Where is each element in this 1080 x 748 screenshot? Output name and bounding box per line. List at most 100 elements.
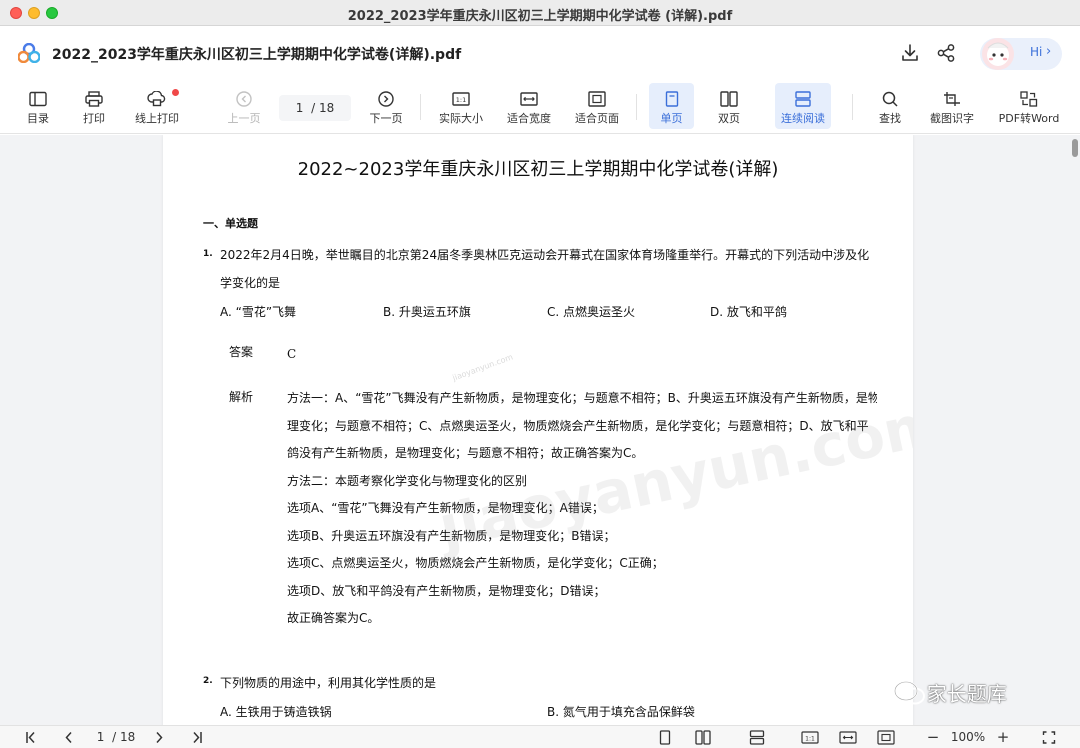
analysis-line: 选项D、放飞和平鸽没有产生新物质，是物理变化；D错误； [287,583,606,598]
fit-width-icon [520,92,538,106]
zoom-level[interactable]: 100% [948,729,988,746]
toolbar-divider [636,94,637,120]
continuous-read-icon [795,91,811,107]
toc-button[interactable]: 目录 [18,83,58,129]
page-total: 18 [119,730,136,744]
analysis-line: 选项C、点燃奥运圣火，物质燃烧会产生新物质，是化学变化；C正确； [287,556,664,570]
fit-page-view-button[interactable] [876,729,896,746]
fullscreen-icon [1042,731,1056,744]
window-title: 2022_2023学年重庆永川区初三上学期期中化学试卷 (详解).pdf [347,9,733,24]
actual-size-icon: 1:1 [452,92,470,106]
cloud-print-icon [147,91,166,107]
print-button[interactable]: 打印 [74,83,114,129]
option-c: C. 点燃奥运圣火 [547,305,636,319]
fit-page-button[interactable]: 适合页面 [570,83,624,129]
fit-page-icon [877,730,895,745]
first-page-button[interactable] [22,729,40,746]
section-heading: 一、单选题 [203,217,258,230]
answer-label: 答案 [229,345,254,359]
wechat-watermark: 家长题库 [895,678,1007,707]
pdf-to-word-label: PDF转Word [998,112,1060,125]
zoom-out-button[interactable]: − [924,729,942,746]
fullscreen-button[interactable] [1040,729,1058,746]
zoom-in-button[interactable]: + [994,729,1012,746]
notification-dot [172,89,179,96]
watermark-small: jiaoyanyun.com [451,352,515,383]
last-page-icon [193,731,202,744]
fit-page-icon [588,91,606,107]
find-button[interactable]: 查找 [870,83,910,129]
option-a: A. 生铁用于铸造铁锅 [220,705,332,719]
actual-size-view-button[interactable]: 1:1 [800,729,820,746]
question-number: 2. [203,676,213,686]
option-b: B. 升奥运五环旗 [383,305,471,319]
prev-page-button[interactable]: 上一页 [222,83,266,129]
page-separator: / [311,101,316,115]
single-page-icon [665,91,678,107]
continuous-view-button[interactable] [747,729,767,746]
next-page-label: 下一页 [369,112,403,125]
double-page-label: 双页 [718,112,740,125]
ai-assistant-button[interactable]: Hi › [980,38,1062,70]
chevron-left-icon [65,731,72,744]
question-text: 下列物质的用途中，利用其化学性质的是 [220,676,437,690]
page-current: 1 [295,101,304,115]
question-text: 2022年2月4日晚，举世瞩目的北京第24届冬季奥林匹克运动会开幕式在国家体育场… [220,241,880,297]
download-icon[interactable] [900,43,920,63]
first-page-icon [26,731,35,744]
actual-size-icon: 1:1 [801,731,819,744]
analysis-line: 方法一：A、“雪花”飞舞没有产生新物质，是物理变化；与题意不相符；B、升奥运五环… [287,391,877,405]
next-page-button[interactable]: 下一页 [364,83,408,129]
continuous-read-label: 连续阅读 [781,112,825,125]
chevron-right-circle-icon [378,91,394,107]
double-page-view-button[interactable] [693,729,713,746]
assistant-hi-label: Hi [1030,45,1043,59]
continuous-read-button[interactable]: 连续阅读 [775,83,831,129]
analysis-label: 解析 [229,390,254,404]
app-window: 2022_2023学年重庆永川区初三上学期期中化学试卷 (详解).pdf 202… [0,0,1080,748]
answer-value: C [287,347,297,361]
double-page-icon [695,730,711,745]
actual-size-button[interactable]: 1:1 实际大小 [434,83,488,129]
single-page-view-button[interactable] [656,729,674,746]
toc-label: 目录 [27,112,49,125]
crop-text-icon [944,92,960,106]
pdf-to-word-button[interactable]: PDF转Word [994,83,1064,129]
fit-width-button[interactable]: 适合宽度 [502,83,556,129]
page-total: 18 [318,101,335,115]
online-print-button[interactable]: 线上打印 [128,83,186,129]
single-page-icon [659,730,671,745]
continuous-read-icon [749,730,765,745]
toolbar-divider [420,94,421,120]
assistant-avatar-icon [982,38,1014,70]
page-indicator[interactable]: 1 / 18 [88,729,144,746]
exam-title: 2022~2023学年重庆永川区初三上学期期中化学试卷(详解) [297,159,779,180]
wechat-watermark-text: 家长题库 [926,682,1007,706]
next-page-button-bottom[interactable] [150,729,168,746]
fit-width-view-button[interactable] [838,729,858,746]
question-line: 学变化的是 [220,276,281,290]
svg-text:1:1: 1:1 [805,736,815,743]
scrollbar-thumb[interactable] [1072,139,1078,157]
option-b: B. 氮气用于填充含品保鲜袋 [547,705,695,719]
print-label: 打印 [83,112,105,125]
double-page-button[interactable]: 双页 [708,83,750,129]
question-line: 2022年2月4日晚，举世瞩目的北京第24届冬季奥林匹克运动会开幕式在国家体育场… [220,248,870,262]
prev-page-button-bottom[interactable] [60,729,78,746]
option-d: D. 放飞和平鸽 [710,305,787,319]
chevron-right-icon: › [1046,44,1052,59]
fit-width-icon [839,731,857,744]
option-a: A. “雪花”飞舞 [220,305,297,319]
toc-icon [29,91,47,107]
chevron-left-circle-icon [236,91,252,107]
bottom-status-bar: 1 / 18 1:1 − 100% + [0,725,1080,748]
last-page-button[interactable] [188,729,206,746]
double-page-icon [720,91,738,107]
ocr-button[interactable]: 截图识字 [926,83,978,129]
share-icon[interactable] [936,43,956,63]
pdf-page: 2022~2023学年重庆永川区初三上学期期中化学试卷(详解) 一、单选题 1.… [163,135,913,725]
single-page-button[interactable]: 单页 [649,83,694,129]
toolbar-divider [852,94,853,120]
page-number-input[interactable]: 1 / 18 [279,95,351,121]
document-viewer[interactable]: 2022~2023学年重庆永川区初三上学期期中化学试卷(详解) 一、单选题 1.… [0,135,1080,725]
